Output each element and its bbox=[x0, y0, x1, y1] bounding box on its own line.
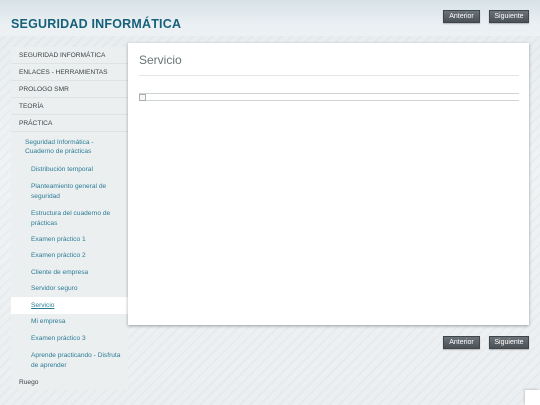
content-panel: Servicio bbox=[128, 43, 529, 325]
previous-button-top[interactable]: Anterior bbox=[443, 10, 480, 23]
sidebar-subitem-mi-empresa[interactable]: Mi empresa bbox=[11, 314, 128, 330]
sidebar-subitem-examen-practico-3[interactable]: Examen práctico 3 bbox=[11, 330, 128, 347]
sidebar-menu: SEGURIDAD INFORMÁTICA ENLACES - HERRAMIE… bbox=[11, 47, 128, 392]
sidebar-subheading-cuaderno[interactable]: Seguridad Informática - Cuaderno de prác… bbox=[11, 132, 128, 162]
sidebar-subitem-planteamiento-general[interactable]: Planteamiento general de seguridad bbox=[11, 178, 128, 205]
next-button-bottom[interactable]: Siguiente bbox=[489, 336, 529, 349]
sidebar-subitem-examen-practico-1[interactable]: Examen práctico 1 bbox=[11, 232, 128, 248]
site-title: SEGURIDAD INFORMÁTICA bbox=[11, 17, 182, 31]
next-button-top[interactable]: Siguiente bbox=[489, 10, 529, 23]
sidebar-subitem-servidor-seguro[interactable]: Servidor seguro bbox=[11, 281, 128, 297]
sidebar-item-practica[interactable]: PRÁCTICA bbox=[11, 115, 128, 132]
corner-widget bbox=[525, 390, 540, 405]
sidebar-subitem-distribucion-temporal[interactable]: Distribución temporal bbox=[11, 162, 128, 178]
previous-button-bottom[interactable]: Anterior bbox=[443, 336, 480, 349]
sidebar-subitem-aprende-practicando[interactable]: Aprende practicando - Disfruta de aprend… bbox=[11, 347, 128, 374]
sidebar-subitem-servicio[interactable]: Servicio bbox=[11, 297, 128, 314]
sidebar-subitem-cliente-empresa[interactable]: Cliente de empresa bbox=[11, 264, 128, 281]
sidebar-item-teoria[interactable]: TEORÍA bbox=[11, 98, 128, 115]
embedded-frame bbox=[139, 93, 519, 101]
page-title: Servicio bbox=[139, 53, 182, 67]
sidebar-item-seguridad-informatica[interactable]: SEGURIDAD INFORMÁTICA bbox=[11, 47, 128, 64]
sidebar-subitem-estructura-cuaderno[interactable]: Estructura del cuaderno de prácticas bbox=[11, 205, 128, 232]
title-divider bbox=[139, 75, 519, 76]
sidebar-item-ruego[interactable]: Ruego bbox=[11, 374, 128, 390]
sidebar-item-prologo-smr[interactable]: PROLOGO SMR bbox=[11, 81, 128, 98]
sidebar-item-enlaces-herramientas[interactable]: ENLACES - HERRAMIENTAS bbox=[11, 64, 128, 81]
broken-image-icon bbox=[139, 94, 146, 101]
sidebar-subitem-examen-practico-2[interactable]: Examen práctico 2 bbox=[11, 248, 128, 264]
